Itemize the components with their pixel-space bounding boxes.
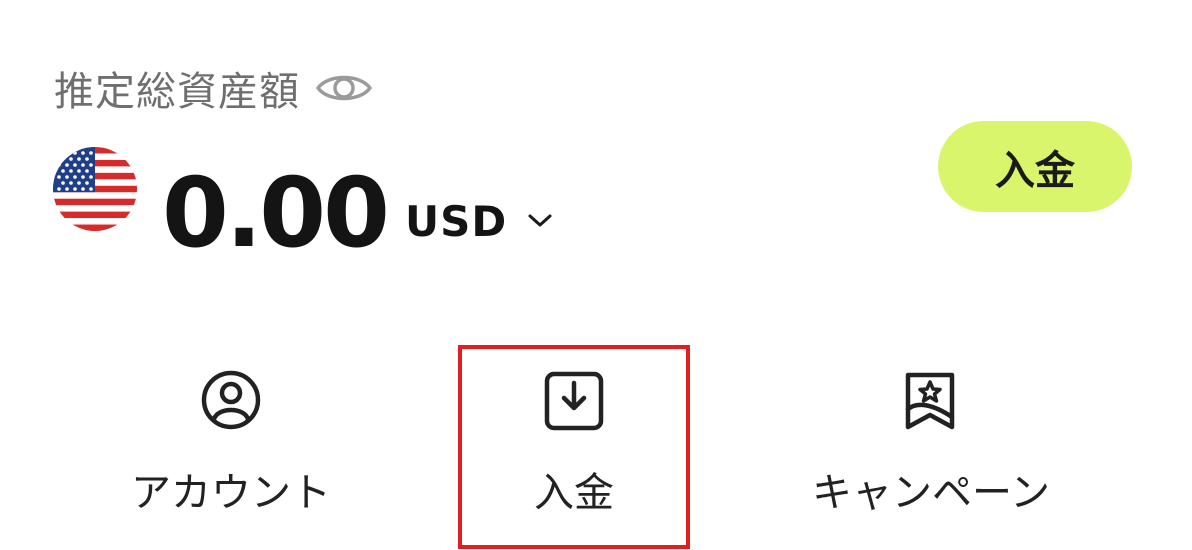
currency-selector[interactable]: USD: [405, 190, 553, 252]
account-action-label: アカウント: [131, 470, 331, 516]
balance-amount: 0.00: [162, 157, 390, 269]
star-bookmark-icon: [905, 372, 955, 430]
deposit-action[interactable]: 入金: [458, 345, 690, 549]
download-tray-icon: [544, 371, 604, 431]
total-assets-label: 推定総資産額: [54, 69, 300, 115]
total-assets-header: 推定総資産額: [54, 58, 374, 118]
us-flag-icon: [53, 147, 137, 231]
user-circle-icon: [201, 370, 261, 430]
account-action[interactable]: アカウント: [100, 345, 362, 545]
eye-icon[interactable]: [314, 68, 374, 108]
deposit-action-label: 入金: [534, 470, 614, 516]
campaign-action-label: キャンペーン: [812, 470, 1050, 516]
chevron-down-icon: [528, 214, 552, 227]
deposit-button[interactable]: 入金: [938, 121, 1132, 212]
currency-code: USD: [405, 196, 508, 246]
campaign-action[interactable]: キャンペーン: [780, 345, 1082, 545]
